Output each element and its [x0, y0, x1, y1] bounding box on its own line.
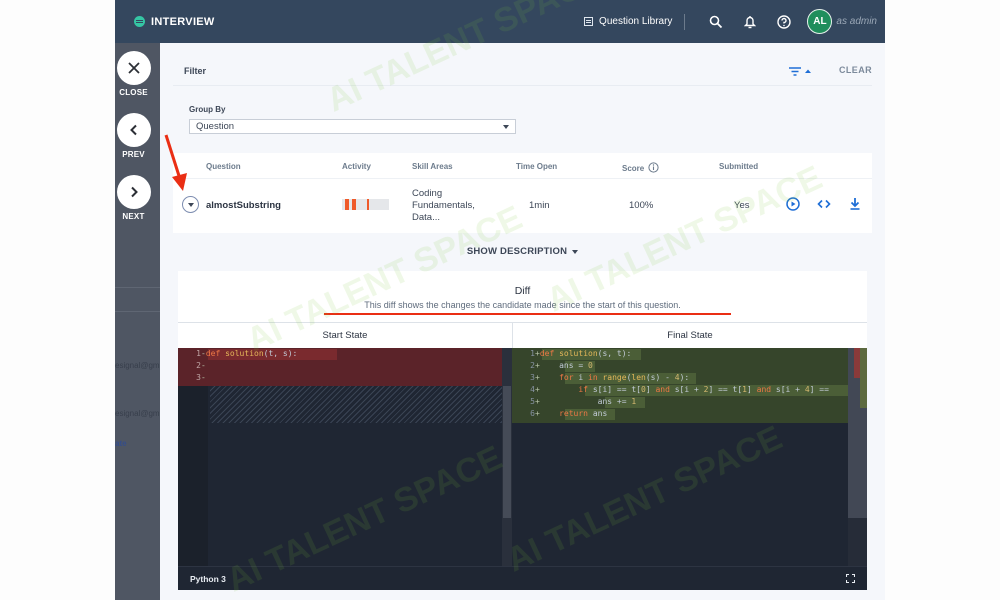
- diff-viewer: Diff This diff shows the changes the can…: [178, 271, 867, 590]
- skill-area-line: Coding: [412, 188, 443, 199]
- prev-button[interactable]: PREV: [116, 113, 151, 159]
- activity-segment: [345, 199, 349, 210]
- code-line: 3+ for i in range(len(s) - 4):: [530, 373, 690, 382]
- background-email: esignal@gm: [115, 409, 160, 418]
- expand-row-toggle[interactable]: [182, 196, 199, 213]
- activity-segment: [367, 199, 369, 210]
- chevron-down-icon: [503, 125, 509, 129]
- help-icon[interactable]: [776, 14, 792, 30]
- download-icon[interactable]: [848, 197, 862, 211]
- code-line: 1+def solution(s, t):: [530, 349, 632, 358]
- header-submitted[interactable]: Submitted: [719, 162, 758, 171]
- role-label: as admin: [836, 16, 877, 27]
- header-skill-areas[interactable]: Skill Areas: [412, 162, 453, 171]
- background-divider: [115, 311, 160, 312]
- close-label: CLOSE: [119, 88, 148, 97]
- app-title: INTERVIEW: [151, 15, 215, 28]
- score: 100%: [629, 200, 654, 211]
- code-line: 1-def solution(t, s):: [196, 349, 298, 358]
- code-line: 3-: [196, 373, 206, 382]
- group-by-label: Group By: [189, 105, 226, 114]
- detail-panel: Filter CLEAR Group By Question Question …: [160, 43, 885, 600]
- diff-title: Diff: [514, 285, 531, 297]
- editor-footer: Python 3: [178, 566, 867, 590]
- code-editor: 1-def solution(t, s): 2- 3- 1+def solution…: [178, 348, 867, 590]
- question-library-label: Question Library: [599, 16, 673, 27]
- code-line: 4+ if s[i] == t[0] and s[i + 2] == t[1] …: [530, 385, 829, 394]
- final-state-pane[interactable]: 1+def solution(s, t): 2+ ans = 0 3+ for i …: [512, 348, 848, 566]
- header-divider: [173, 178, 872, 179]
- chevron-right-icon: [116, 175, 151, 209]
- skill-areas: Coding Fundamentals, Data...: [412, 188, 475, 224]
- top-bar: INTERVIEW Question Library AL as admin: [115, 0, 885, 43]
- show-description-label: SHOW DESCRIPTION: [466, 246, 568, 257]
- time-open: 1min: [529, 200, 550, 211]
- clear-button[interactable]: CLEAR: [839, 65, 872, 75]
- skill-area-line: Data...: [412, 212, 440, 223]
- code-line: 2+ ans = 0: [530, 361, 593, 370]
- header-activity[interactable]: Activity: [342, 162, 371, 171]
- filter-toggle-icon[interactable]: [788, 65, 814, 77]
- next-label: NEXT: [122, 212, 145, 221]
- annotation-underline: [324, 313, 731, 315]
- activity-bar: [342, 199, 389, 210]
- diff-subtitle: This diff shows the changes the candidat…: [364, 300, 681, 310]
- background-link: ate: [115, 439, 127, 448]
- filter-bar: Filter CLEAR: [173, 56, 872, 86]
- group-by-value: Question: [196, 121, 235, 132]
- divider: [684, 13, 686, 30]
- start-state-header: Start State: [178, 322, 512, 348]
- question-library-link[interactable]: Question Library: [584, 16, 672, 27]
- questions-table: Question Activity Skill Areas Time Open …: [173, 153, 872, 233]
- empty-hatch-region: [210, 386, 502, 423]
- next-button[interactable]: NEXT: [116, 175, 151, 221]
- background-divider: [115, 287, 160, 288]
- skill-area-line: Fundamentals,: [412, 200, 475, 211]
- overview-added-marker: [860, 348, 867, 408]
- fullscreen-icon[interactable]: [845, 573, 856, 584]
- scrollbar-thumb[interactable]: [503, 386, 511, 518]
- app-logo[interactable]: INTERVIEW: [134, 16, 215, 28]
- chevron-left-icon: [116, 113, 151, 147]
- show-description-button[interactable]: SHOW DESCRIPTION: [173, 233, 872, 270]
- final-state-header: Final State: [513, 322, 867, 348]
- play-icon[interactable]: [786, 197, 800, 211]
- close-icon: [116, 51, 151, 85]
- group-by-select[interactable]: Question: [189, 119, 516, 134]
- info-icon[interactable]: [648, 162, 660, 173]
- search-icon[interactable]: [708, 14, 724, 30]
- language-label: Python 3: [190, 574, 226, 584]
- filter-title: Filter: [184, 66, 207, 76]
- activity-segment: [352, 199, 356, 210]
- prev-label: PREV: [122, 150, 145, 159]
- start-state-pane[interactable]: 1-def solution(t, s): 2- 3-: [178, 348, 502, 566]
- interview-app: INTERVIEW Question Library AL as admin C…: [115, 0, 885, 600]
- header-score[interactable]: Score: [622, 162, 660, 173]
- question-name[interactable]: almostSubstring: [206, 200, 281, 211]
- close-button[interactable]: CLOSE: [116, 51, 151, 97]
- code-line: 2-: [196, 361, 206, 370]
- submitted: Yes: [734, 200, 750, 211]
- logo-icon: [134, 16, 145, 27]
- code-line: 5+ ans += 1: [530, 397, 637, 406]
- code-line: 6+ return ans: [530, 409, 608, 418]
- side-navigation: CLOSE PREV NEXT esignal@gm esignal@gm at…: [115, 43, 160, 600]
- start-pane-scrollbar[interactable]: [502, 348, 512, 566]
- header-time-open[interactable]: Time Open: [516, 162, 557, 171]
- background-email: esignal@gm: [115, 361, 160, 370]
- user-avatar[interactable]: AL: [807, 9, 833, 34]
- code-icon[interactable]: [817, 197, 831, 211]
- chevron-down-icon: [572, 249, 579, 254]
- final-pane-scrollbar[interactable]: [848, 348, 867, 566]
- header-question[interactable]: Question: [206, 162, 241, 171]
- header-score-label: Score: [622, 164, 645, 173]
- bell-icon[interactable]: [742, 14, 758, 30]
- list-icon: [584, 17, 594, 26]
